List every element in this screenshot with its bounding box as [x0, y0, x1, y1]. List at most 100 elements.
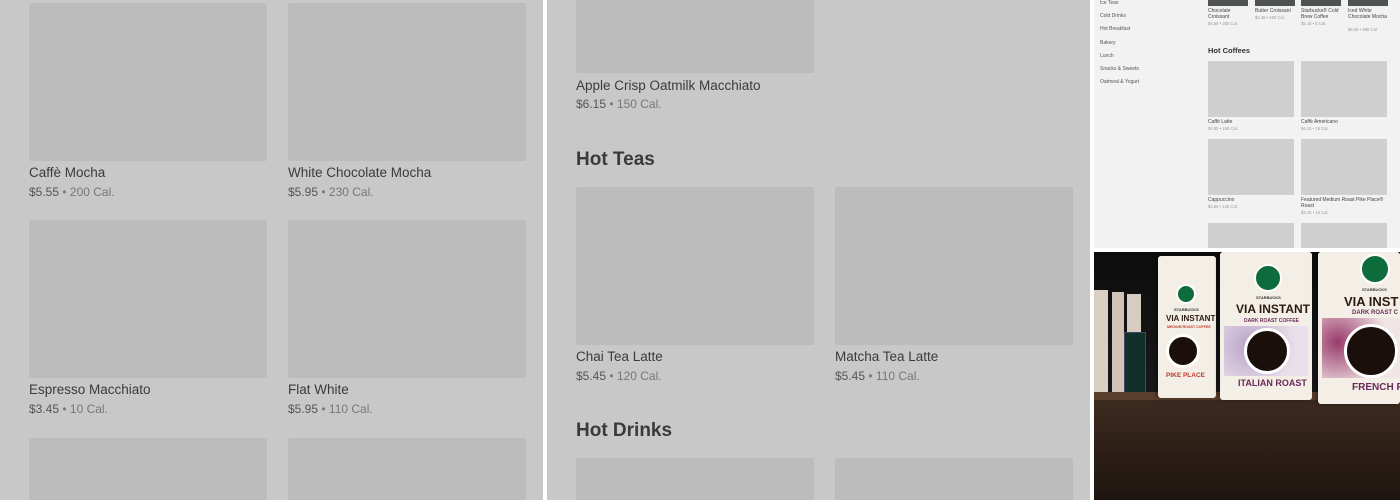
item-price: $3.45 — [29, 402, 60, 416]
background-bag — [1112, 292, 1124, 392]
item-name[interactable]: Iced White Chocolate Mocha — [1348, 8, 1388, 20]
item-image[interactable] — [1348, 0, 1388, 6]
item-name[interactable]: Butter Croissant — [1255, 8, 1299, 14]
product-photo: STARBUCKS VIA INSTANT MEDIUM ROAST COFFE… — [1094, 252, 1400, 500]
bag-flavor: PIKE PLACE — [1166, 372, 1206, 379]
background-bag — [1094, 290, 1108, 402]
item-name[interactable]: Featured Medium Roast Pike Place® Roast — [1301, 197, 1387, 209]
bag-roast: DARK ROAST C — [1352, 310, 1398, 316]
item-price-calories: $5.95 • 230 Cal. — [288, 185, 374, 199]
item-price-calories: $5.45 • 110 Cal. — [835, 369, 920, 383]
item-image[interactable] — [1301, 223, 1387, 248]
nav-item[interactable]: Hot Breakfast — [1100, 26, 1130, 32]
nav-item[interactable]: Cold Drinks — [1100, 13, 1126, 19]
item-name[interactable]: Caffè Americano — [1301, 119, 1387, 125]
nav-item[interactable]: Bakery — [1100, 40, 1116, 46]
nav-item[interactable]: Ice Teas — [1100, 0, 1119, 6]
bag-roast: MEDIUM ROAST COFFEE — [1167, 325, 1211, 329]
item-name[interactable]: Espresso Macchiato — [29, 382, 151, 397]
item-price-calories: $4.15 • 15 Cal. — [1301, 126, 1329, 131]
separator: • — [606, 97, 617, 111]
item-image[interactable] — [835, 458, 1073, 500]
item-image[interactable] — [1208, 61, 1294, 117]
item-calories: 110 Cal. — [875, 369, 920, 383]
item-image[interactable] — [29, 220, 267, 378]
bag-product-line: VIA INSTANT — [1236, 302, 1310, 316]
item-name[interactable]: Cappuccino — [1208, 197, 1294, 203]
coffee-cup-icon — [1166, 334, 1200, 368]
item-image[interactable] — [1208, 0, 1248, 6]
section-title-hot-coffees: Hot Coffees — [1208, 46, 1251, 55]
separator: • — [59, 402, 70, 416]
item-calories: 150 Cal. — [616, 97, 662, 111]
item-price-calories: $4.55 • 300 Cal. — [1208, 21, 1238, 26]
item-calories: 110 Cal. — [328, 402, 373, 416]
item-image[interactable] — [29, 3, 267, 161]
item-image[interactable] — [1208, 223, 1294, 248]
item-price-calories: $5.55 • 200 Cal. — [29, 185, 115, 199]
item-image[interactable] — [1255, 0, 1295, 6]
coffee-cup-icon — [1344, 324, 1398, 378]
coffee-cup-icon — [1244, 328, 1290, 374]
item-calories: 10 Cal. — [69, 402, 108, 416]
item-price: $6.15 — [576, 97, 607, 111]
item-name[interactable]: Chai Tea Latte — [576, 349, 663, 364]
coffee-bag: STARBUCKS VIA INST DARK ROAST C FRENCH R… — [1318, 252, 1400, 404]
item-image[interactable] — [288, 3, 526, 161]
item-name[interactable]: Starbucks® Cold Brew Coffee — [1301, 8, 1345, 20]
item-image[interactable] — [576, 458, 814, 500]
nav-item[interactable]: Oatmeal & Yogurt — [1100, 79, 1139, 85]
item-image[interactable] — [1208, 139, 1294, 195]
item-image[interactable] — [576, 187, 814, 345]
item-name[interactable]: Matcha Tea Latte — [835, 349, 938, 364]
item-name[interactable]: Apple Crisp Oatmilk Macchiato — [576, 78, 761, 93]
bag-brand: STARBUCKS — [1362, 287, 1387, 292]
item-name[interactable]: Caffè Latte — [1208, 119, 1294, 125]
item-price: $5.45 — [576, 369, 607, 383]
bag-product-line: VIA INST — [1344, 294, 1399, 309]
item-price-calories: $5.45 • 120 Cal. — [576, 369, 662, 383]
item-name[interactable]: Chocolate Croissant — [1208, 8, 1252, 20]
menu-panel-left: Caffè Mocha $5.55 • 200 Cal. White Choco… — [0, 0, 543, 500]
item-image[interactable] — [1301, 61, 1387, 117]
bag-brand: STARBUCKS — [1256, 295, 1281, 300]
bag-brand: STARBUCKS — [1174, 307, 1199, 312]
item-price: $5.45 — [835, 369, 866, 383]
item-image[interactable] — [835, 187, 1073, 345]
shelf — [1094, 400, 1400, 500]
menu-panel-middle: Apple Crisp Oatmilk Macchiato $6.15 • 15… — [547, 0, 1090, 500]
item-price-calories: $6.35 • 390 Cal. — [1348, 27, 1378, 32]
item-image[interactable] — [29, 438, 267, 500]
item-calories: 200 Cal. — [69, 185, 115, 199]
item-price-calories: $3.45 • 10 Cal. — [29, 402, 108, 416]
item-image[interactable] — [1301, 0, 1341, 6]
item-price-calories: $5.95 • 110 Cal. — [288, 402, 373, 416]
item-name[interactable]: White Chocolate Mocha — [288, 165, 431, 180]
item-image[interactable] — [288, 220, 526, 378]
nav-item[interactable]: Snacks & Sweets — [1100, 66, 1139, 72]
separator: • — [318, 402, 329, 416]
bag-flavor: ITALIAN ROAST — [1238, 378, 1307, 388]
menu-card — [1124, 332, 1146, 396]
item-image[interactable] — [288, 438, 526, 500]
item-price-calories: $4.15 • 10 Cal. — [1301, 210, 1329, 215]
separator: • — [59, 185, 70, 199]
item-price: $5.95 — [288, 402, 319, 416]
item-image[interactable] — [1301, 139, 1387, 195]
nav-item[interactable]: Lunch — [1100, 53, 1114, 59]
separator: • — [865, 369, 876, 383]
starbucks-logo-icon — [1254, 264, 1282, 292]
starbucks-logo-icon — [1176, 284, 1196, 304]
item-name[interactable]: Caffè Mocha — [29, 165, 105, 180]
item-price-calories: $5.15 • 5 Cal. — [1301, 21, 1327, 26]
coffee-bag: STARBUCKS VIA INSTANT DARK ROAST COFFEE … — [1220, 252, 1312, 400]
section-title-hot-drinks: Hot Drinks — [576, 420, 673, 441]
item-price: $5.95 — [288, 185, 319, 199]
coffee-bag: STARBUCKS VIA INSTANT MEDIUM ROAST COFFE… — [1158, 256, 1216, 398]
section-title-hot-teas: Hot Teas — [576, 149, 655, 170]
item-name[interactable]: Flat White — [288, 382, 349, 397]
item-price-calories: $6.15 • 150 Cal. — [576, 97, 662, 111]
separator: • — [606, 369, 617, 383]
bag-flavor: FRENCH RO — [1352, 382, 1400, 393]
item-image[interactable] — [576, 0, 814, 73]
